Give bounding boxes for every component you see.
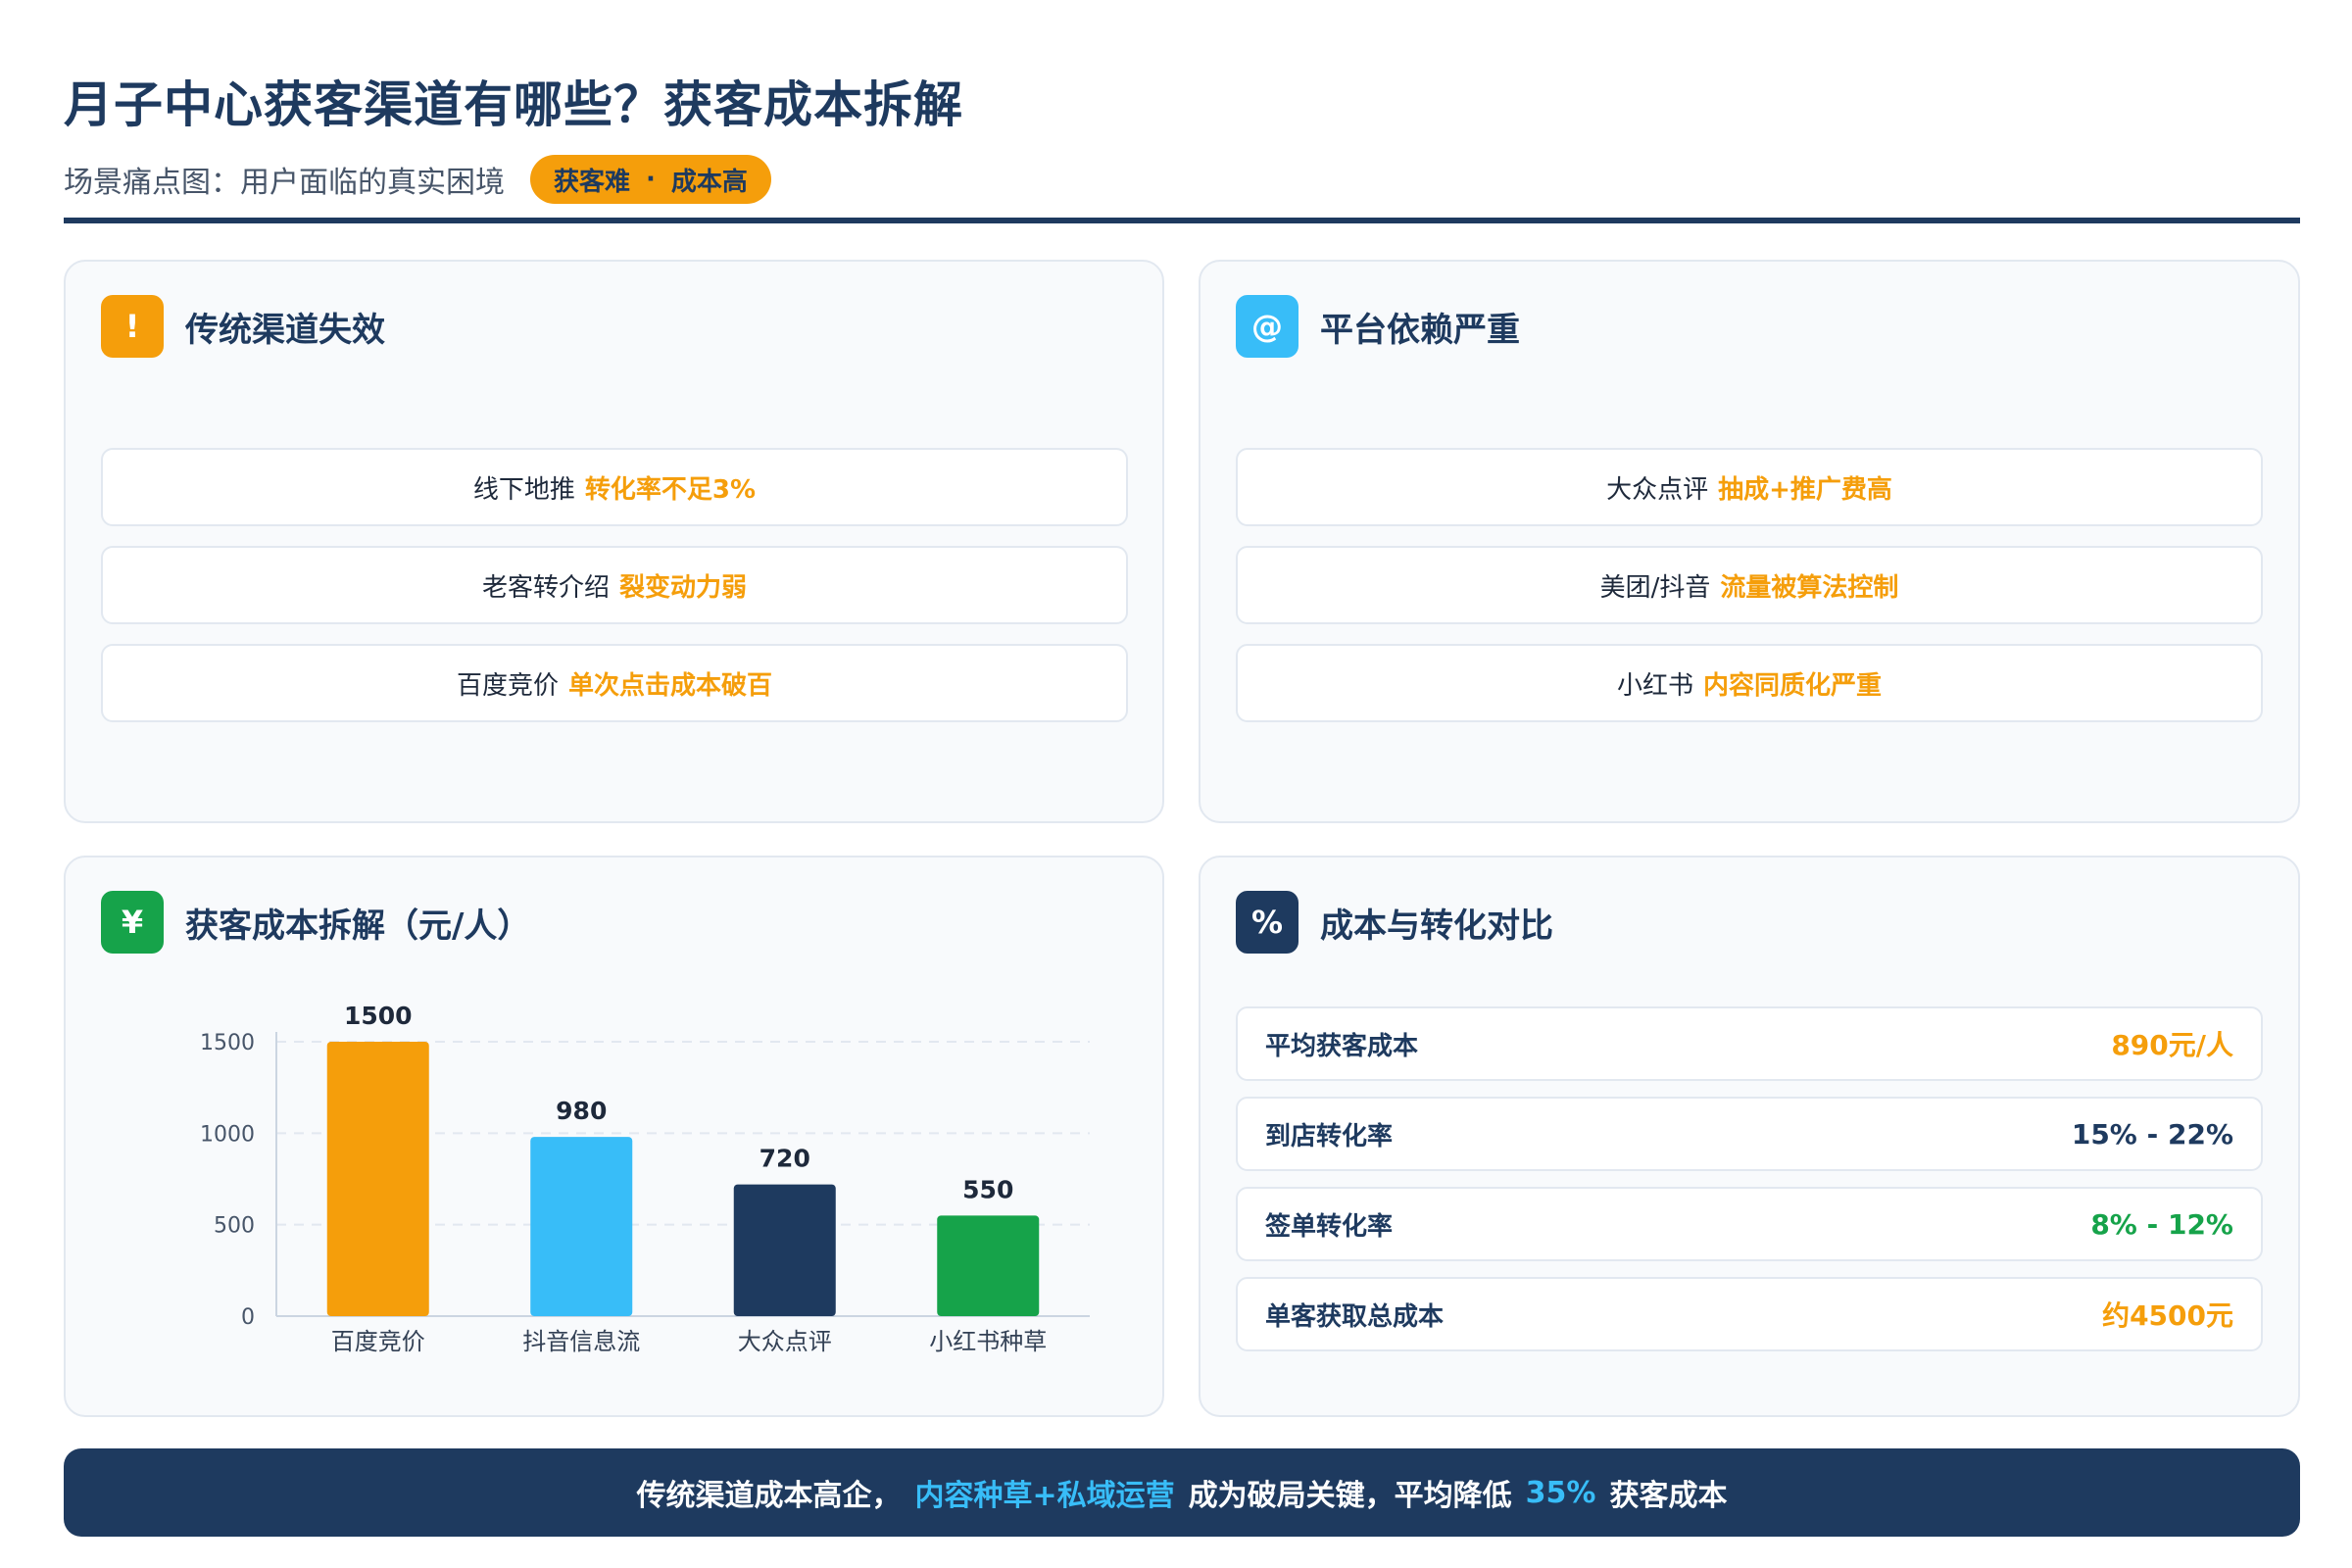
panel-title: 传统渠道失效 [185,310,385,350]
page-title: 月子中心获客渠道有哪些？获客成本拆解 [64,76,963,133]
item-highlight: 流量被算法控制 [1720,572,1899,603]
x-tick-label: 大众点评 [738,1328,832,1355]
footer-text-1: 传统渠道成本高企， [636,1479,902,1513]
item-highlight: 内容同质化严重 [1703,670,1883,701]
panel-cost-breakdown: ¥ 获客成本拆解（元/人） 0 500 1000 1500 1500 百度竞价 980 抖音信… [64,856,1164,1417]
at-sign-icon: @ [1236,295,1298,358]
item-highlight: 抽成+推广费高 [1718,474,1892,505]
subtitle-row: 场景痛点图：用户面临的真实困境 获客难 · 成本高 [64,155,2300,204]
panel-header: @ 平台依赖严重 [1236,295,1520,358]
metric-value: 15% - 22% [2071,1117,2233,1151]
percent-icon: % [1236,891,1298,954]
item-label: 大众点评 [1606,474,1709,505]
item-label: 百度竞价 [456,670,559,701]
metric-row: 到店转化率 15% - 22% [1236,1097,2263,1171]
item-highlight: 转化率不足3% [584,474,757,505]
bar [530,1137,633,1316]
panel-title: 平台依赖严重 [1320,310,1520,350]
panel-platform-dependency: @ 平台依赖严重 大众点评 抽成+推广费高 美团/抖音 流量被算法控制 小红书 … [1199,260,2300,823]
data-label: 720 [760,1145,810,1173]
metric-value: 8% - 12% [2090,1207,2233,1241]
bar-chart: 0 500 1000 1500 1500 百度竞价 980 抖音信息流 720 大众点评 550 小红… [200,1002,1090,1355]
panel-header: % 成本与转化对比 [1236,891,1553,954]
list-item: 美团/抖音 流量被算法控制 [1236,546,2263,624]
metric-value: 约4500元 [2102,1299,2233,1332]
y-tick-label: 1000 [200,1122,255,1147]
y-tick-label: 1500 [200,1031,255,1055]
list-item: 线下地推 转化率不足3% [101,448,1128,526]
data-label: 1500 [344,1002,413,1030]
bar [937,1215,1040,1316]
warning-icon: ! [101,295,164,358]
metric-label: 平均获客成本 [1265,1031,1419,1061]
badge-dot: · [646,165,656,194]
badge-left-text: 获客难 [554,167,631,197]
metric-row: 平均获客成本 890元/人 [1236,1006,2263,1081]
header-divider [64,218,2300,223]
panel-title: 成本与转化对比 [1320,906,1553,946]
item-label: 美团/抖音 [1599,572,1711,603]
item-label: 小红书 [1616,670,1693,701]
footer-text-3: 获客成本 [1609,1479,1728,1513]
panel-traditional-channels: ! 传统渠道失效 线下地推 转化率不足3% 老客转介绍 裂变动力弱 百度竞价 单… [64,260,1164,823]
y-tick-label: 500 [214,1214,255,1239]
item-highlight: 单次点击成本破百 [568,670,773,701]
panel-cost-vs-conversion: % 成本与转化对比 平均获客成本 890元/人 到店转化率 15% - 22% … [1199,856,2300,1417]
metric-row: 签单转化率 8% - 12% [1236,1187,2263,1261]
footer-accent-1: 内容种草+私域运营 [914,1479,1175,1513]
list-item: 小红书 内容同质化严重 [1236,644,2263,722]
footer-text-2: 成为破局关键，平均降低 [1188,1479,1512,1513]
metric-value: 890元/人 [2111,1029,2233,1061]
metric-row: 单客获取总成本 约4500元 [1236,1277,2263,1351]
item-label: 线下地推 [472,474,575,505]
header: 月子中心获客渠道有哪些？获客成本拆解 场景痛点图：用户面临的真实困境 获客难 ·… [64,69,2300,204]
bar [733,1184,836,1316]
x-tick-label: 小红书种草 [929,1328,1047,1355]
x-tick-label: 抖音信息流 [522,1328,640,1355]
y-tick-label: 0 [241,1305,255,1330]
bar [326,1042,429,1316]
metric-label: 到店转化率 [1265,1121,1394,1152]
list-item: 百度竞价 单次点击成本破百 [101,644,1128,722]
list-item: 老客转介绍 裂变动力弱 [101,546,1128,624]
metric-label: 签单转化率 [1265,1211,1394,1242]
status-badge: 获客难 · 成本高 [530,155,771,204]
panel-header: ! 传统渠道失效 [101,295,385,358]
item-highlight: 裂变动力弱 [619,572,748,603]
metric-label: 单客获取总成本 [1265,1301,1445,1332]
list-item: 大众点评 抽成+推广费高 [1236,448,2263,526]
footer-banner: 传统渠道成本高企， 内容种草+私域运营 成为破局关键，平均降低 35% 获客成本 [64,1448,2300,1537]
data-label: 550 [962,1175,1013,1203]
x-tick-label: 百度竞价 [331,1328,425,1355]
data-label: 980 [556,1097,607,1125]
footer-accent-2: 35% [1525,1475,1596,1510]
badge-right-text: 成本高 [670,167,748,197]
item-label: 老客转介绍 [481,572,610,603]
page-subtitle: 场景痛点图：用户面临的真实困境 [64,166,505,200]
